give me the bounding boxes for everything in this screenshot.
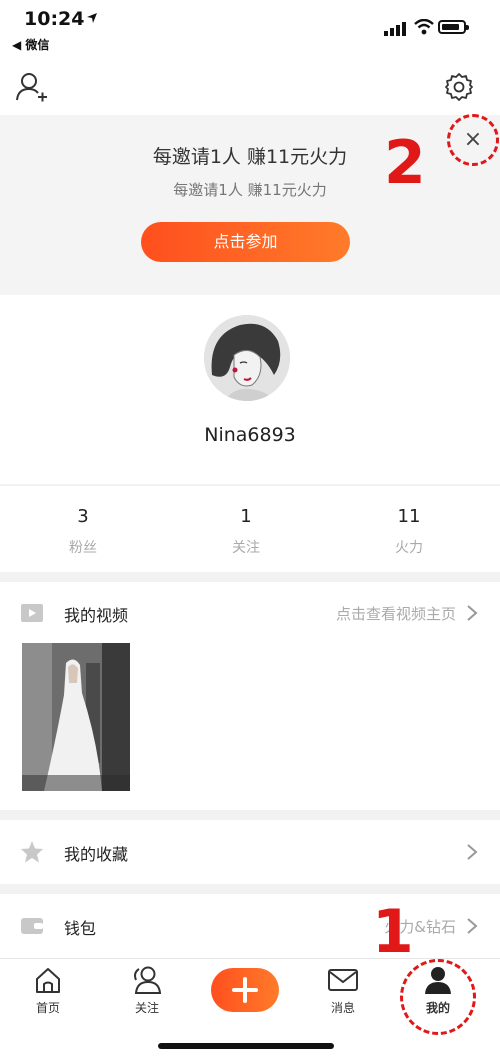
stat-value: 3 [77, 506, 89, 527]
bride-video-thumbnail-image [22, 643, 130, 791]
nav-label: 消息 [330, 1001, 355, 1015]
wallet-row[interactable]: 钱包 火力&钻石 [0, 896, 500, 956]
username: Nina6893 [204, 424, 296, 446]
divider [0, 884, 500, 894]
settings-gear-icon[interactable] [444, 72, 474, 102]
nav-messages[interactable]: 消息 [303, 965, 383, 1016]
stat-firepower[interactable]: 11 火力 [326, 506, 492, 557]
stat-value: 11 [397, 506, 421, 527]
status-bar: 10:24 ◀ 微信 [0, 0, 500, 60]
divider [0, 810, 500, 820]
video-icon [21, 604, 43, 622]
stat-label: 关注 [232, 540, 260, 556]
location-arrow-icon [87, 13, 97, 23]
avatar[interactable] [204, 315, 290, 401]
video-thumbnail[interactable] [22, 643, 130, 791]
stat-value: 1 [240, 506, 252, 527]
annotation-marker-1: 1 [372, 897, 414, 967]
row-label: 我的收藏 [64, 845, 129, 864]
avatar-portrait-image [204, 315, 290, 401]
nav-label: 首页 [35, 1001, 60, 1015]
my-videos-row[interactable]: 我的视频 点击查看视频主页 [0, 583, 500, 643]
cellular-signal-icon [384, 22, 406, 36]
stat-following[interactable]: 1 关注 [163, 506, 329, 557]
stat-label: 粉丝 [69, 540, 97, 556]
home-indicator [158, 1043, 334, 1049]
me-highlight-ring [400, 959, 476, 1035]
chevron-right-icon [467, 605, 478, 621]
divider [0, 484, 500, 486]
status-time: 10:24 [24, 8, 85, 30]
create-post-button[interactable] [211, 968, 279, 1012]
wallet-icon [21, 918, 43, 934]
plus-icon [232, 977, 258, 1003]
back-to-wechat[interactable]: ◀ 微信 [12, 36, 49, 53]
join-button[interactable]: 点击参加 [141, 222, 350, 262]
annotation-marker-2: 2 [384, 128, 426, 198]
row-label: 我的视频 [64, 606, 129, 625]
chevron-right-icon [467, 918, 478, 934]
nav-label: 关注 [134, 1001, 159, 1015]
battery-icon [438, 20, 469, 34]
chevron-right-icon [467, 844, 478, 860]
my-favorites-row[interactable]: 我的收藏 [0, 822, 500, 882]
top-bar [0, 60, 500, 115]
divider [0, 572, 500, 582]
add-friend-icon[interactable] [16, 72, 48, 102]
close-icon: × [463, 127, 483, 152]
view-video-homepage-link[interactable]: 点击查看视频主页 [336, 603, 456, 624]
stat-label: 火力 [395, 540, 423, 556]
wifi-icon [414, 19, 434, 35]
stat-followers[interactable]: 3 粉丝 [0, 506, 166, 557]
message-icon [328, 969, 358, 991]
star-icon [21, 841, 43, 863]
nav-following[interactable]: 关注 [107, 965, 187, 1016]
nav-home[interactable]: 首页 [8, 965, 88, 1016]
row-label: 钱包 [64, 919, 97, 938]
home-icon [36, 968, 60, 993]
banner-close-button[interactable]: × [447, 114, 499, 166]
follow-icon [134, 966, 162, 994]
